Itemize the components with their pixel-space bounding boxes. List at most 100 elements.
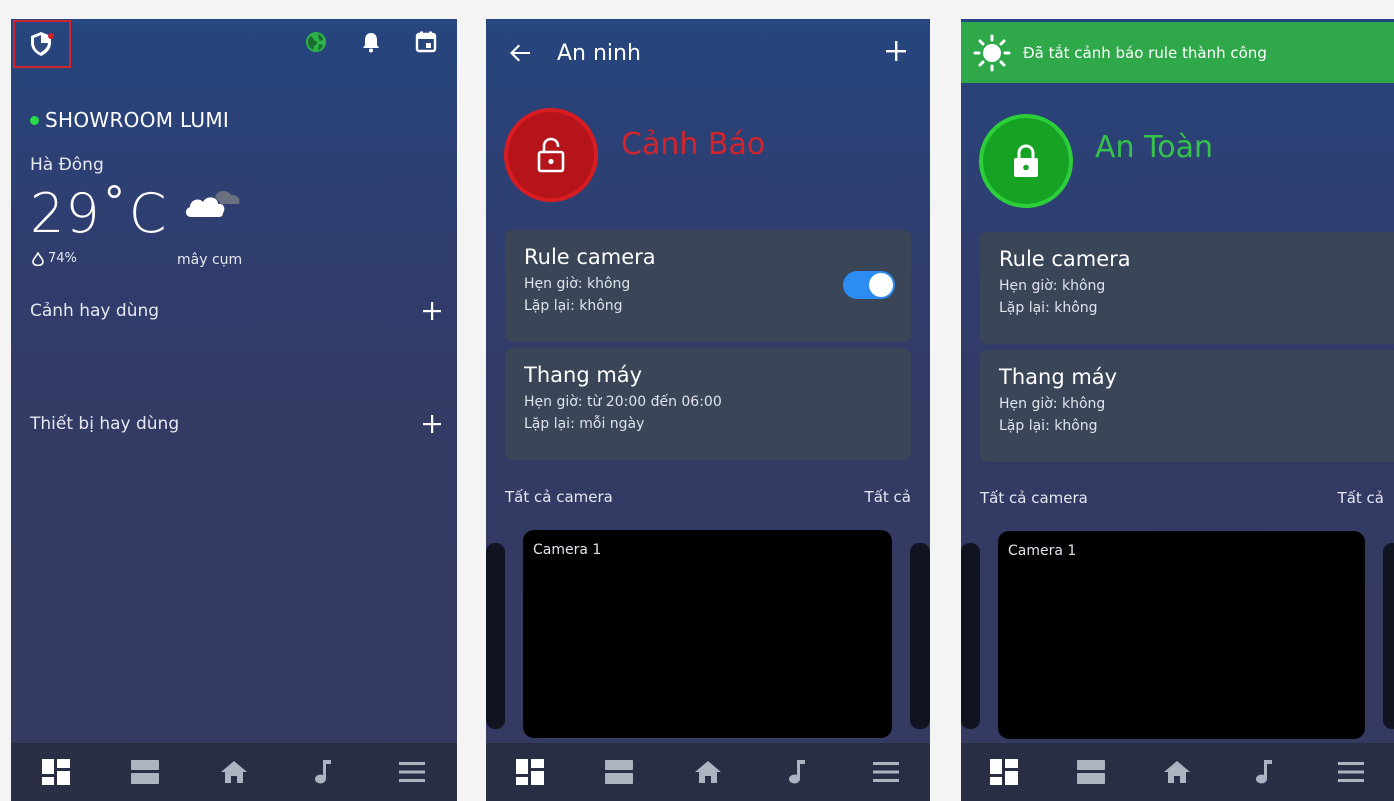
safe-status-circle[interactable] [979,114,1073,208]
globe-icon[interactable] [305,31,327,53]
add-rule-icon[interactable] [886,41,906,61]
rule-card-camera[interactable]: Rule camera Hẹn giờ: không Lặp lại: khôn… [980,232,1394,344]
dashboard-icon [990,759,1019,785]
rule-name: Rule camera [999,247,1131,271]
favorite-devices-label: Thiết bị hay dùng [30,414,180,434]
home-screen: SHOWROOM LUMI Hà Đông 29˚C 74% mây cụm C… [11,19,457,801]
camera-tile-prev[interactable] [486,543,505,729]
nav-dashboard[interactable] [510,752,550,792]
nav-music[interactable] [303,752,343,792]
nav-rooms[interactable] [125,752,165,792]
camera-section-header: Tất cả camera Tất cả [980,489,1384,507]
online-status-dot [30,115,39,125]
camera-section-header: Tất cả camera Tất cả [505,488,911,506]
rule-enabled-toggle[interactable] [843,271,895,299]
screen-title: An ninh [557,41,641,66]
sun-icon [973,34,1011,72]
security-status-label: An Toàn [1095,130,1214,165]
rule-schedule: Hẹn giờ: không [999,396,1106,412]
home-icon [1164,761,1191,783]
camera-tile-prev[interactable] [961,543,980,729]
humidity-value: 74% [48,251,77,266]
rule-name: Rule camera [524,245,656,269]
nav-rooms[interactable] [1071,752,1111,792]
dashboard-icon [516,759,545,785]
nav-music[interactable] [777,752,817,792]
bottom-nav [486,743,930,801]
camera-tile-next[interactable] [910,543,930,729]
weather-description: mây cụm [177,252,243,268]
rule-card-elevator[interactable]: Thang máy Hẹn giờ: từ 20:00 đến 06:00 Lặ… [505,348,911,460]
favorite-scenes-row: Cảnh hay dùng [30,301,441,321]
music-icon [1255,760,1273,784]
security-safe-screen: Đã tắt cảnh báo rule thành công An Toàn … [961,19,1394,801]
toggle-knob [869,273,893,297]
rule-repeat: Lặp lại: không [999,418,1098,434]
music-icon [314,760,332,784]
all-cameras-label: Tất cả camera [980,489,1088,507]
rule-card-camera[interactable]: Rule camera Hẹn giờ: không Lặp lại: khôn… [505,230,911,342]
rule-name: Thang máy [999,365,1118,389]
nav-home[interactable] [688,752,728,792]
camera-tile-next[interactable] [1383,543,1394,729]
humidity: 74% [32,251,77,266]
rule-repeat: Lặp lại: không [524,298,623,314]
nav-menu[interactable] [866,752,906,792]
locked-padlock-icon [1011,143,1041,179]
camera-name: Camera 1 [533,542,602,558]
favorite-devices-row: Thiết bị hay dùng [30,414,441,434]
nav-menu[interactable] [392,752,432,792]
rule-name: Thang máy [524,363,643,387]
shield-icon [27,29,57,59]
temperature: 29˚C [30,182,168,245]
home-icon [220,761,247,783]
bell-icon[interactable] [361,31,381,53]
water-drop-icon [32,251,44,266]
bottom-nav [961,743,1394,801]
see-all-link[interactable]: Tất cả [865,488,911,506]
nav-home[interactable] [1157,752,1197,792]
home-icon [694,761,721,783]
back-arrow-icon[interactable] [508,41,532,65]
nav-home[interactable] [214,752,254,792]
bottom-nav [11,743,457,801]
city-label: Hà Đông [30,155,104,175]
camera-name: Camera 1 [1008,543,1077,559]
security-alert-screen: An ninh Cảnh Báo Rule camera Hẹn giờ: kh… [486,19,930,801]
home-name[interactable]: SHOWROOM LUMI [30,108,229,132]
security-shield-button[interactable] [13,20,71,68]
rule-card-elevator[interactable]: Thang máy Hẹn giờ: không Lặp lại: không [980,350,1394,462]
nav-rooms[interactable] [599,752,639,792]
cloud-icon [181,185,245,225]
menu-icon [399,762,426,782]
add-scene-icon[interactable] [423,302,441,320]
rule-repeat: Lặp lại: không [999,300,1098,316]
rule-repeat: Lặp lại: mỗi ngày [524,416,645,432]
nav-menu[interactable] [1331,752,1371,792]
all-cameras-label: Tất cả camera [505,488,613,506]
camera-tile[interactable]: Camera 1 [998,531,1365,739]
music-icon [788,760,806,784]
see-all-link[interactable]: Tất cả [1338,489,1384,507]
rule-schedule: Hẹn giờ: từ 20:00 đến 06:00 [524,394,722,410]
nav-dashboard[interactable] [984,752,1024,792]
add-device-icon[interactable] [423,415,441,433]
menu-icon [872,762,899,782]
rooms-icon [130,760,159,784]
home-name-label: SHOWROOM LUMI [45,108,230,132]
calendar-icon[interactable] [415,31,437,53]
alert-status-circle[interactable] [504,108,598,202]
security-status-label: Cảnh Báo [621,127,766,162]
dashboard-icon [41,759,70,785]
success-toast: Đã tắt cảnh báo rule thành công [961,22,1394,83]
nav-dashboard[interactable] [36,752,76,792]
rule-schedule: Hẹn giờ: không [999,278,1106,294]
rooms-icon [605,760,634,784]
favorite-scenes-label: Cảnh hay dùng [30,301,160,321]
menu-icon [1337,762,1364,782]
toast-message: Đã tắt cảnh báo rule thành công [1023,43,1267,62]
nav-music[interactable] [1244,752,1284,792]
camera-tile[interactable]: Camera 1 [523,530,892,738]
unlocked-padlock-icon [536,137,566,173]
rooms-icon [1076,760,1105,784]
